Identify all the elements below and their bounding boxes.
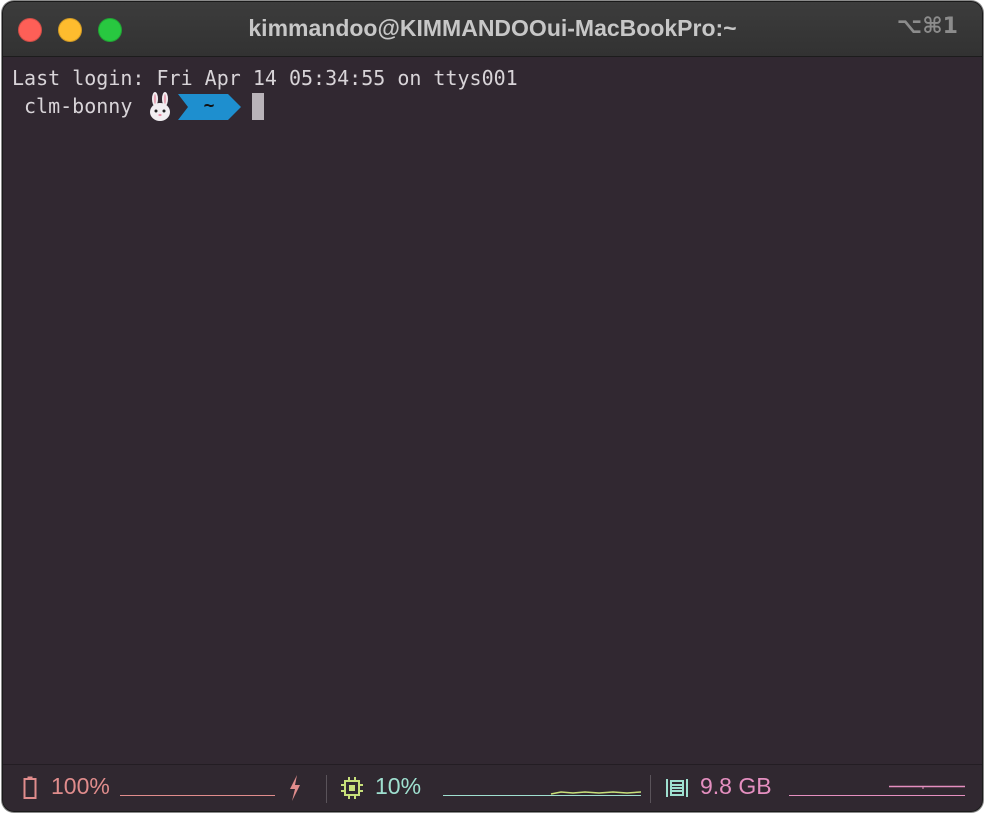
- battery-icon: [23, 776, 37, 799]
- terminal-window: kimmandoo@KIMMANDOOui-MacBookPro:~ ⌥⌘1 L…: [3, 2, 982, 811]
- cpu-chip-icon: [341, 777, 363, 799]
- text-cursor: [252, 93, 264, 120]
- window-title: kimmandoo@KIMMANDOOui-MacBookPro:~: [248, 15, 737, 41]
- memory-usage: 9.8 GB: [700, 773, 772, 799]
- title-bar: kimmandoo@KIMMANDOOui-MacBookPro:~ ⌥⌘1: [3, 2, 982, 57]
- memory-sparkline: [789, 785, 965, 796]
- lightning-icon: [290, 775, 300, 801]
- tab-shortcut-label: ⌥⌘1: [896, 14, 958, 39]
- status-divider: [326, 775, 327, 803]
- status-divider: [650, 775, 651, 803]
- prompt-username: clm-bonny: [24, 94, 133, 118]
- cpu-percentage: 10%: [375, 773, 422, 799]
- status-bar: 100% 10% 9.8 GB: [3, 764, 982, 811]
- battery-percentage: 100%: [51, 773, 110, 799]
- cpu-sparkline: [443, 791, 641, 796]
- terminal-output[interactable]: Last login: Fri Apr 14 05:34:55 on ttys0…: [3, 57, 982, 765]
- rabbit-icon: [150, 92, 170, 121]
- memory-icon: [666, 779, 688, 797]
- zoom-button[interactable]: [98, 18, 122, 42]
- minimize-button[interactable]: [58, 18, 82, 42]
- prompt-line: clm-bonny ~: [3, 92, 603, 122]
- close-button[interactable]: [18, 18, 42, 42]
- prompt-directory: ~: [203, 95, 215, 116]
- last-login-line: Last login: Fri Apr 14 05:34:55 on ttys0…: [12, 66, 518, 90]
- battery-sparkline: [120, 795, 275, 796]
